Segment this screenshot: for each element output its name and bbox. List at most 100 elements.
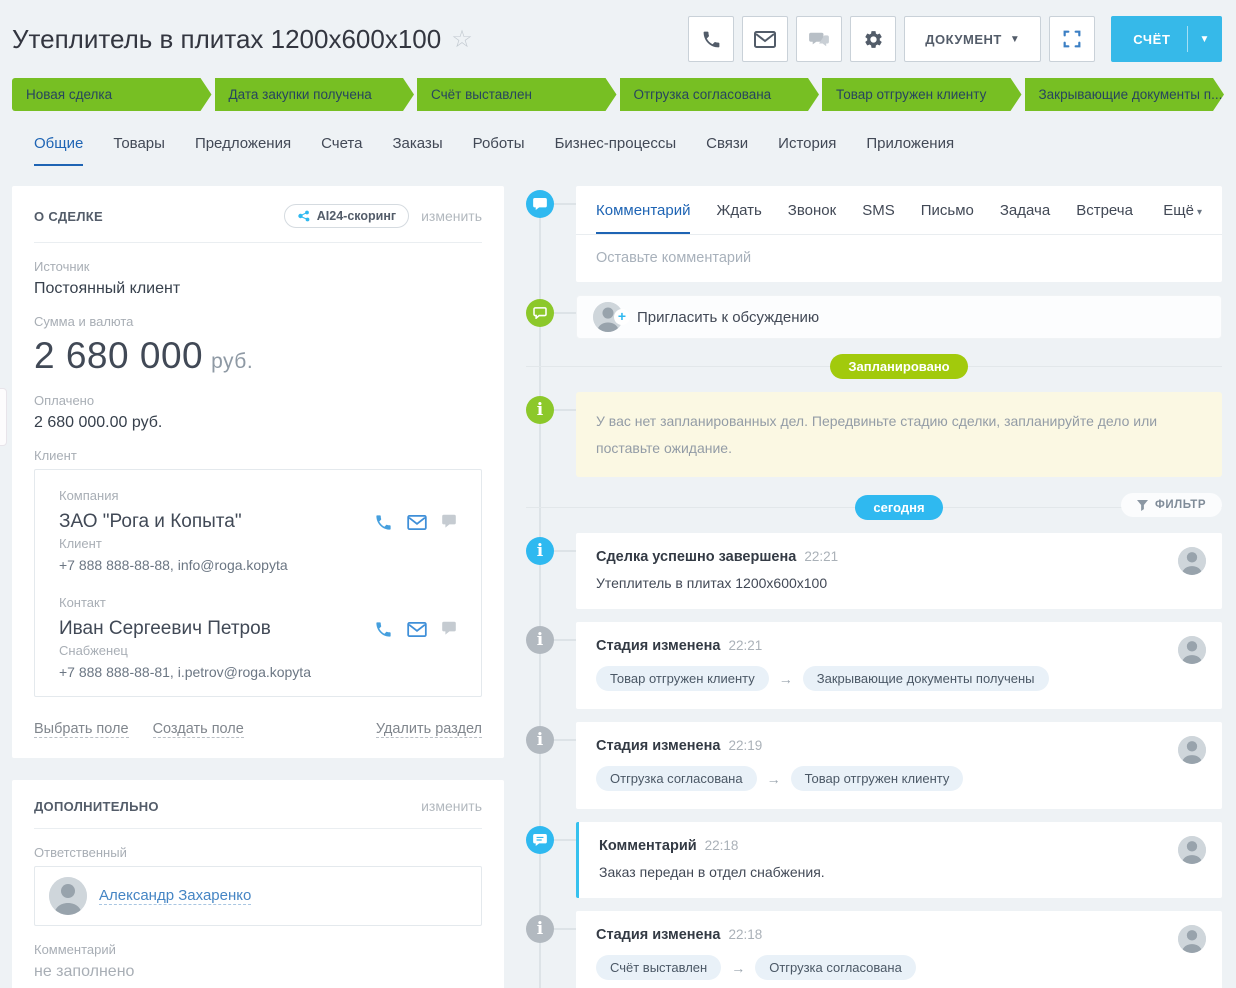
timeline-item-time: 22:18 [728, 927, 762, 942]
invoice-caret-icon[interactable]: ▼ [1188, 34, 1223, 45]
document-dropdown-button[interactable]: ДОКУМЕНТ ▼ [904, 16, 1041, 62]
tab-6[interactable]: Бизнес-процессы [555, 135, 677, 166]
about-deal-panel: О СДЕЛКЕ AI24-скоринг изменить Источник … [12, 186, 504, 758]
company-chat-icon[interactable] [441, 514, 461, 530]
stage-chip-from: Товар отгружен клиенту [596, 666, 769, 691]
funnel-icon [1137, 500, 1148, 511]
company-name-link[interactable]: ЗАО "Рога и Копыта" [59, 511, 242, 533]
company-call-icon[interactable] [374, 513, 393, 532]
ai-scoring-label: AI24-скоринг [317, 209, 396, 223]
company-entity: Компания ЗАО "Рога и Копыта" Клиент +7 8… [59, 488, 461, 573]
delete-section-link[interactable]: Удалить раздел [376, 721, 482, 738]
stage-chip-to: Закрывающие документы получены [803, 666, 1049, 691]
tab-0[interactable]: Общие [34, 135, 83, 166]
activity-composer: Комментарий Ждать Звонок SMS Письмо Задача Вст… [576, 186, 1222, 282]
avatar [1178, 836, 1206, 864]
gear-icon [863, 29, 884, 50]
timeline-item-time: 22:21 [804, 549, 838, 564]
deal-stage-bar: Новая сделкаДата закупки полученаСчёт вы… [0, 78, 1236, 111]
invite-to-discussion-button[interactable]: + Пригласить к обсуждению [576, 295, 1222, 339]
company-mail-icon[interactable] [407, 515, 427, 530]
company-contacts: +7 888 888-88-88, info@roga.kopyta [59, 557, 461, 573]
comment-value: не заполнено [34, 963, 482, 981]
create-field-link[interactable]: Создать поле [153, 721, 244, 738]
timeline-item-time: 22:21 [728, 638, 762, 653]
responsible-name-link[interactable]: Александр Захаренко [99, 887, 251, 905]
ai-scoring-icon [297, 209, 311, 223]
stage-step-4[interactable]: Товар отгружен клиенту [822, 78, 1022, 111]
filter-button[interactable]: ФИЛЬТР [1121, 493, 1222, 517]
responsible-box: Александр Захаренко [34, 866, 482, 926]
stage-chip-from: Отгрузка согласована [596, 766, 757, 791]
timeline-item: iСделка успешно завершена22:21Утеплитель… [526, 533, 1222, 609]
comment-bubble-icon [526, 826, 554, 854]
collapsed-side-handle[interactable] [0, 388, 7, 446]
stage-step-2[interactable]: Счёт выставлен [417, 78, 617, 111]
timeline-card-0: Сделка успешно завершена22:21Утеплитель … [576, 533, 1222, 609]
stage-step-5[interactable]: Закрывающие документы п... [1025, 78, 1225, 111]
discussion-icon [526, 299, 554, 327]
invoice-button[interactable]: СЧЁТ ▼ [1111, 16, 1222, 62]
additional-panel: ДОПОЛНИТЕЛЬНО изменить Ответственный Але… [12, 780, 504, 988]
tab-8[interactable]: История [778, 135, 836, 166]
contact-name-link[interactable]: Иван Сергеевич Петров [59, 618, 271, 640]
filter-label: ФИЛЬТР [1155, 499, 1206, 511]
contact-contacts: +7 888 888-88-81, i.petrov@roga.kopyta [59, 664, 461, 680]
arrow-right-icon: → [767, 771, 781, 787]
sync-icon [1061, 28, 1083, 50]
avatar [1178, 547, 1206, 575]
additional-section-title: ДОПОЛНИТЕЛЬНО [34, 799, 159, 814]
today-badge: сегодня [855, 495, 942, 520]
composer-tab-1[interactable]: Ждать [716, 202, 761, 234]
tab-9[interactable]: Приложения [866, 135, 954, 166]
tab-1[interactable]: Товары [113, 135, 165, 166]
timeline-item-title: Стадия изменена [596, 738, 720, 754]
contact-entity: Контакт Иван Сергеевич Петров Снабженец … [59, 595, 461, 680]
company-type: Клиент [59, 536, 461, 551]
composer-tab-4[interactable]: Письмо [921, 202, 974, 234]
composer-tab-5[interactable]: Задача [1000, 202, 1050, 234]
stage-step-0[interactable]: Новая сделка [12, 78, 212, 111]
additional-edit-link[interactable]: изменить [421, 798, 482, 814]
stage-step-1[interactable]: Дата закупки получена [215, 78, 415, 111]
contact-mail-icon[interactable] [407, 622, 427, 637]
settings-button[interactable] [850, 16, 896, 62]
comment-input[interactable]: Оставьте комментарий [576, 235, 1222, 282]
timeline-item-time: 22:18 [705, 838, 739, 853]
mail-icon [754, 31, 776, 48]
tab-7[interactable]: Связи [706, 135, 748, 166]
timeline-item: Комментарий22:18Заказ передан в отдел сн… [526, 822, 1222, 898]
stage-step-3[interactable]: Отгрузка согласована [620, 78, 820, 111]
contact-label: Контакт [59, 595, 461, 610]
composer-tab-2[interactable]: Звонок [788, 202, 836, 234]
avatar [1178, 736, 1206, 764]
chat-button[interactable] [796, 16, 842, 62]
contact-chat-icon[interactable] [441, 621, 461, 637]
timeline-item-body: Утеплитель в плитах 1200х600х100 [596, 575, 1202, 591]
tab-3[interactable]: Счета [321, 135, 362, 166]
automation-button[interactable] [1049, 16, 1095, 62]
composer-tab-0[interactable]: Комментарий [596, 202, 690, 234]
email-button[interactable] [742, 16, 788, 62]
select-field-link[interactable]: Выбрать поле [34, 721, 129, 738]
paid-value: 2 680 000.00 руб. [34, 414, 482, 432]
info-icon: i [526, 726, 554, 754]
chevron-down-icon: ▼ [1010, 34, 1020, 45]
call-button[interactable] [688, 16, 734, 62]
composer-tabs: Комментарий Ждать Звонок SMS Письмо Задача Вст… [576, 186, 1222, 235]
timeline-item-body: Заказ передан в отдел снабжения. [599, 864, 1202, 880]
invoice-button-label: СЧЁТ [1111, 32, 1186, 47]
tab-5[interactable]: Роботы [473, 135, 525, 166]
ai-scoring-button[interactable]: AI24-скоринг [284, 204, 409, 228]
timeline-card-2: Стадия изменена22:19Отгрузка согласована… [576, 722, 1222, 809]
tab-2[interactable]: Предложения [195, 135, 291, 166]
contact-call-icon[interactable] [374, 620, 393, 639]
composer-tab-6[interactable]: Встреча [1076, 202, 1133, 234]
composer-tab-3[interactable]: SMS [862, 202, 895, 234]
about-edit-link[interactable]: изменить [421, 208, 482, 224]
paid-label: Оплачено [34, 393, 482, 408]
tab-4[interactable]: Заказы [392, 135, 442, 166]
favorite-star-icon[interactable]: ☆ [451, 25, 473, 54]
composer-tab-more[interactable]: Ещё▾ [1163, 202, 1202, 234]
invite-plus-icon: + [614, 309, 630, 325]
